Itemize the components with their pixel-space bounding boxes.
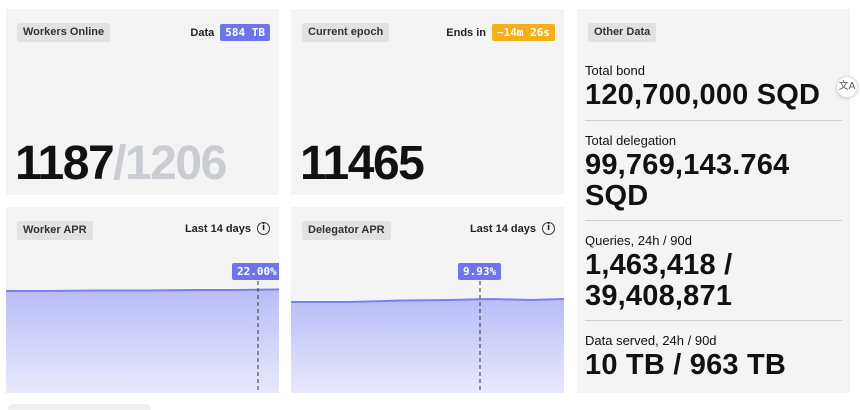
- worker-apr-area: [6, 289, 279, 393]
- worker-apr-value-badge: 22.00%: [232, 263, 279, 280]
- worker-apr-range-label: Last 14 days: [184, 222, 251, 235]
- total-delegation-value-line1: 99,769,143.764: [585, 149, 790, 181]
- info-icon[interactable]: i: [542, 222, 555, 235]
- total-bond-section: Total bond 120,700,000 SQD: [585, 63, 842, 111]
- total-delegation-label: Total delegation: [585, 133, 677, 148]
- translate-icon[interactable]: 文A: [836, 76, 858, 98]
- current-epoch-tag: Current epoch: [302, 23, 390, 42]
- info-icon[interactable]: i: [257, 222, 270, 235]
- epoch-ends-meta: Ends in ~14m 26s: [446, 24, 555, 41]
- worker-apr-line: [6, 288, 279, 292]
- data-served-section: Data served, 24h / 90d 10 TB / 963 TB: [585, 333, 842, 381]
- data-size-badge: 584 TB: [220, 24, 270, 41]
- total-bond-label: Total bond: [585, 63, 645, 78]
- divider: [585, 320, 842, 321]
- workers-online-card: Workers Online Data 584 TB 1187/1206: [6, 9, 279, 195]
- delegator-apr-range-label: Last 14 days: [469, 222, 536, 235]
- workers-online-tag: Workers Online: [17, 23, 111, 42]
- workers-online-value: 1187: [15, 137, 115, 190]
- queries-value-line1: 1,463,418 /: [585, 249, 733, 281]
- workers-total-value: 1206: [124, 137, 227, 190]
- queries-label: Queries, 24h / 90d: [585, 233, 692, 248]
- delegator-apr-range[interactable]: Last 14 days i: [470, 222, 555, 235]
- data-served-label: Data served, 24h / 90d: [585, 333, 717, 348]
- other-data-tag: Other Data: [588, 23, 657, 42]
- other-data-card: Other Data Total bond 120,700,000 SQD To…: [577, 9, 850, 393]
- ends-in-label: Ends in: [446, 26, 487, 39]
- delegator-apr-area: [291, 299, 564, 393]
- epoch-countdown-badge: ~14m 26s: [492, 24, 555, 41]
- worker-apr-card: Worker APR Last 14 days i 22.00%: [6, 207, 279, 393]
- delegator-apr-value-badge: 9.93%: [458, 263, 502, 280]
- data-served-value: 10 TB / 963 TB: [585, 349, 787, 381]
- next-section-tab[interactable]: [8, 404, 151, 410]
- queries-value-line2: 39,408,871: [585, 280, 733, 312]
- divider: [585, 120, 842, 121]
- worker-apr-range[interactable]: Last 14 days i: [185, 222, 270, 235]
- workers-separator: /: [113, 137, 126, 190]
- total-bond-value: 120,700,000 SQD: [585, 79, 821, 111]
- divider: [585, 220, 842, 221]
- workers-online-count: 1187/1206: [15, 137, 227, 190]
- current-epoch-value: 11465: [300, 137, 425, 190]
- delegator-apr-tag: Delegator APR: [302, 221, 391, 240]
- total-delegation-section: Total delegation 99,769,143.764 SQD: [585, 133, 842, 212]
- worker-apr-tag: Worker APR: [17, 221, 93, 240]
- data-size-meta: Data 584 TB: [190, 24, 270, 41]
- delegator-apr-card: Delegator APR Last 14 days i 9.93%: [291, 207, 564, 393]
- data-label: Data: [190, 26, 215, 39]
- total-delegation-value-line2: SQD: [585, 180, 649, 212]
- queries-section: Queries, 24h / 90d 1,463,418 / 39,408,87…: [585, 233, 842, 312]
- current-epoch-card: Current epoch Ends in ~14m 26s 11465: [291, 9, 564, 195]
